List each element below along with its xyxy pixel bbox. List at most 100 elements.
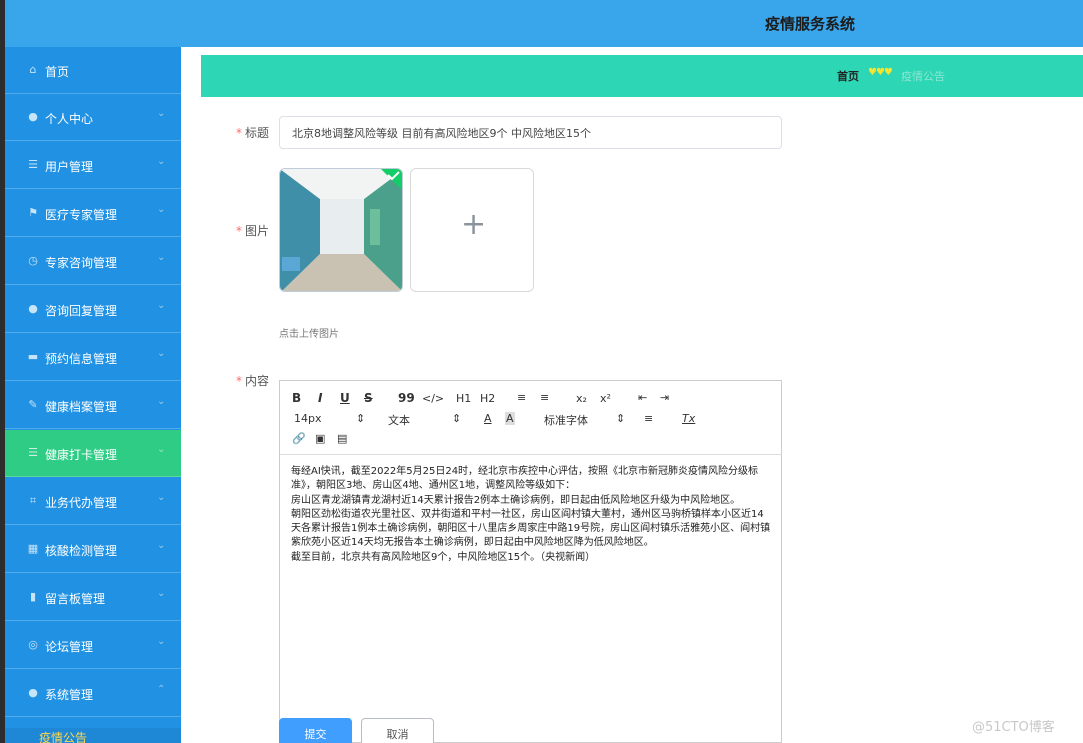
sidebar-item-label: 咨询回复管理: [45, 304, 118, 318]
content-label: * 内容: [236, 374, 270, 388]
chevron-down-icon: ⌄: [157, 108, 166, 119]
user-icon: ●: [28, 302, 38, 315]
blockquote-button[interactable]: 99: [398, 391, 415, 405]
chevron-down-icon: ⌄: [157, 396, 166, 407]
uploaded-image-thumbnail[interactable]: [279, 168, 403, 292]
chevron-down-icon: ⌄: [157, 492, 166, 503]
sidebar-item-label: 专家咨询管理: [45, 256, 118, 270]
sidebar-item-label: 首页: [45, 65, 70, 79]
chevron-down-icon: ⌄: [157, 252, 166, 263]
sidebar-item-label: 留言板管理: [45, 592, 106, 606]
upload-tip: 点击上传图片: [279, 329, 339, 340]
sidebar-item-personal-center[interactable]: ● 个人中心 ⌄: [5, 94, 181, 141]
clock-icon: ◷: [28, 254, 38, 267]
sidebar-item-label: 用户管理: [45, 160, 94, 174]
header2-button[interactable]: H2: [480, 392, 495, 405]
superscript-button[interactable]: x²: [600, 392, 611, 405]
chevron-down-icon: ⌄: [157, 300, 166, 311]
watermark: @51CTO博客: [972, 720, 1055, 735]
sidebar-item-label: 医疗专家管理: [45, 208, 118, 222]
list-icon: ☰: [28, 158, 38, 171]
image-icon[interactable]: ▣: [315, 432, 325, 445]
text-color-button[interactable]: A: [484, 412, 492, 425]
chevron-down-icon: ⌄: [157, 444, 166, 455]
sidebar-item-label: 论坛管理: [45, 640, 94, 654]
editor-toolbar: B I U S 99 </> H1 H2 ≡ ≡ x₂ x² ⇤ ⇥ 14px …: [280, 381, 781, 455]
font-size-arrow-icon: ⇕: [356, 412, 366, 425]
breadcrumb: 首页 ♥♥♥ 疫情公告: [201, 55, 1083, 97]
sidebar: ⌂ 首页 ● 个人中心 ⌄ ☰ 用户管理 ⌄ ⚑ 医疗专家管理 ⌄ ◷ 专家咨询…: [5, 47, 181, 743]
bar-chart-icon: ▮: [29, 590, 37, 603]
breadcrumb-home[interactable]: 首页: [837, 68, 859, 84]
sidebar-item-label: 个人中心: [45, 112, 94, 126]
chevron-down-icon: ⌄: [157, 348, 166, 359]
heart-separator-icon: ♥♥♥: [868, 67, 893, 78]
top-header: 疫情服务系统: [5, 0, 1083, 47]
strike-button[interactable]: S: [364, 391, 373, 405]
sidebar-item-consultation[interactable]: ◷ 专家咨询管理 ⌄: [5, 238, 181, 285]
chevron-down-icon: ⌄: [157, 156, 166, 167]
image-label: * 图片: [236, 224, 270, 238]
sidebar-item-expert-management[interactable]: ⚑ 医疗专家管理 ⌄: [5, 190, 181, 237]
chevron-down-icon: ⌄: [157, 636, 166, 647]
submenu-item-epidemic-notice[interactable]: 疫情公告: [5, 728, 181, 743]
list-icon: ☰: [28, 446, 38, 459]
sidebar-item-label: 健康打卡管理: [45, 448, 118, 462]
outdent-button[interactable]: ⇤: [638, 391, 647, 404]
subscript-button[interactable]: x₂: [576, 392, 587, 405]
plus-icon: +: [461, 207, 487, 242]
indent-button[interactable]: ⇥: [660, 391, 669, 404]
content-paragraph: 房山区青龙湖镇青龙湖村近14天累计报告2例本土确诊病例，即日起由低风险地区升级为…: [291, 494, 741, 506]
ordered-list-button[interactable]: ≡: [517, 391, 526, 404]
user-icon: ●: [28, 686, 38, 699]
editor-content[interactable]: 每经AI快讯，截至2022年5月25日24时，经北京市疾控中心评估，按照《北京市…: [291, 465, 773, 565]
sidebar-item-health-checkin[interactable]: ☰ 健康打卡管理 ⌄: [5, 430, 181, 477]
chevron-down-icon: ⌄: [157, 204, 166, 215]
header1-button[interactable]: H1: [456, 392, 471, 405]
sidebar-item-nucleic-test[interactable]: ▦ 核酸检测管理 ⌄: [5, 526, 181, 573]
sidebar-item-label: 预约信息管理: [45, 352, 118, 366]
flag-icon: ⚑: [28, 206, 38, 219]
app-title: 疫情服务系统: [765, 15, 856, 33]
italic-button[interactable]: I: [318, 391, 322, 405]
video-icon[interactable]: ▤: [337, 432, 347, 445]
content-paragraph: 截至目前，北京共有高风险地区9个，中风险地区15个。（央视新闻）: [291, 551, 596, 563]
chevron-up-icon: ⌃: [157, 684, 166, 695]
submit-button[interactable]: 提交: [279, 718, 352, 743]
text-type-select[interactable]: 文本: [388, 412, 410, 428]
code-block-button[interactable]: </>: [422, 392, 444, 405]
sidebar-item-user-management[interactable]: ☰ 用户管理 ⌄: [5, 142, 181, 189]
cancel-button[interactable]: 取消: [361, 718, 434, 743]
sidebar-item-label: 健康档案管理: [45, 400, 118, 414]
submenu-item-label: 疫情公告: [39, 731, 88, 743]
sidebar-item-system[interactable]: ● 系统管理 ⌃: [5, 670, 181, 717]
font-family-arrow-icon: ⇕: [616, 412, 626, 425]
sidebar-item-reply[interactable]: ● 咨询回复管理 ⌄: [5, 286, 181, 333]
content-paragraph: 朝阳区劲松街道农光里社区、双井街道和平村一社区，房山区阎村镇大董村，通州区马驹桥…: [291, 508, 771, 549]
sidebar-item-forum[interactable]: ◎ 论坛管理 ⌄: [5, 622, 181, 669]
bullet-list-button[interactable]: ≡: [540, 391, 549, 404]
crop-icon: ⌗: [29, 494, 37, 507]
sidebar-item-label: 系统管理: [45, 688, 94, 702]
sidebar-item-home[interactable]: ⌂ 首页: [5, 47, 181, 94]
rich-text-editor: B I U S 99 </> H1 H2 ≡ ≡ x₂ x² ⇤ ⇥ 14px …: [279, 380, 782, 743]
sidebar-item-health-records[interactable]: ✎ 健康档案管理 ⌄: [5, 382, 181, 429]
home-icon: ⌂: [29, 63, 37, 76]
sidebar-item-agency[interactable]: ⌗ 业务代办管理 ⌄: [5, 478, 181, 525]
upload-image-button[interactable]: +: [410, 168, 534, 292]
sidebar-item-message-board[interactable]: ▮ 留言板管理 ⌄: [5, 574, 181, 621]
underline-button[interactable]: U: [340, 391, 350, 405]
sidebar-item-label: 核酸检测管理: [45, 544, 118, 558]
align-button[interactable]: ≡: [644, 412, 653, 425]
clean-format-button[interactable]: Tx: [682, 412, 695, 425]
title-label: * 标题: [236, 126, 270, 140]
bold-button[interactable]: B: [292, 391, 301, 405]
globe-icon: ◎: [28, 638, 38, 651]
link-icon[interactable]: 🔗: [292, 432, 306, 445]
font-family-select[interactable]: 标准字体: [544, 412, 588, 428]
sidebar-item-appointment[interactable]: ▬ 预约信息管理 ⌄: [5, 334, 181, 381]
title-input[interactable]: [279, 116, 782, 149]
ticket-icon: ▬: [27, 350, 39, 363]
background-color-button[interactable]: A: [505, 412, 515, 425]
font-size-select[interactable]: 14px: [294, 412, 322, 425]
